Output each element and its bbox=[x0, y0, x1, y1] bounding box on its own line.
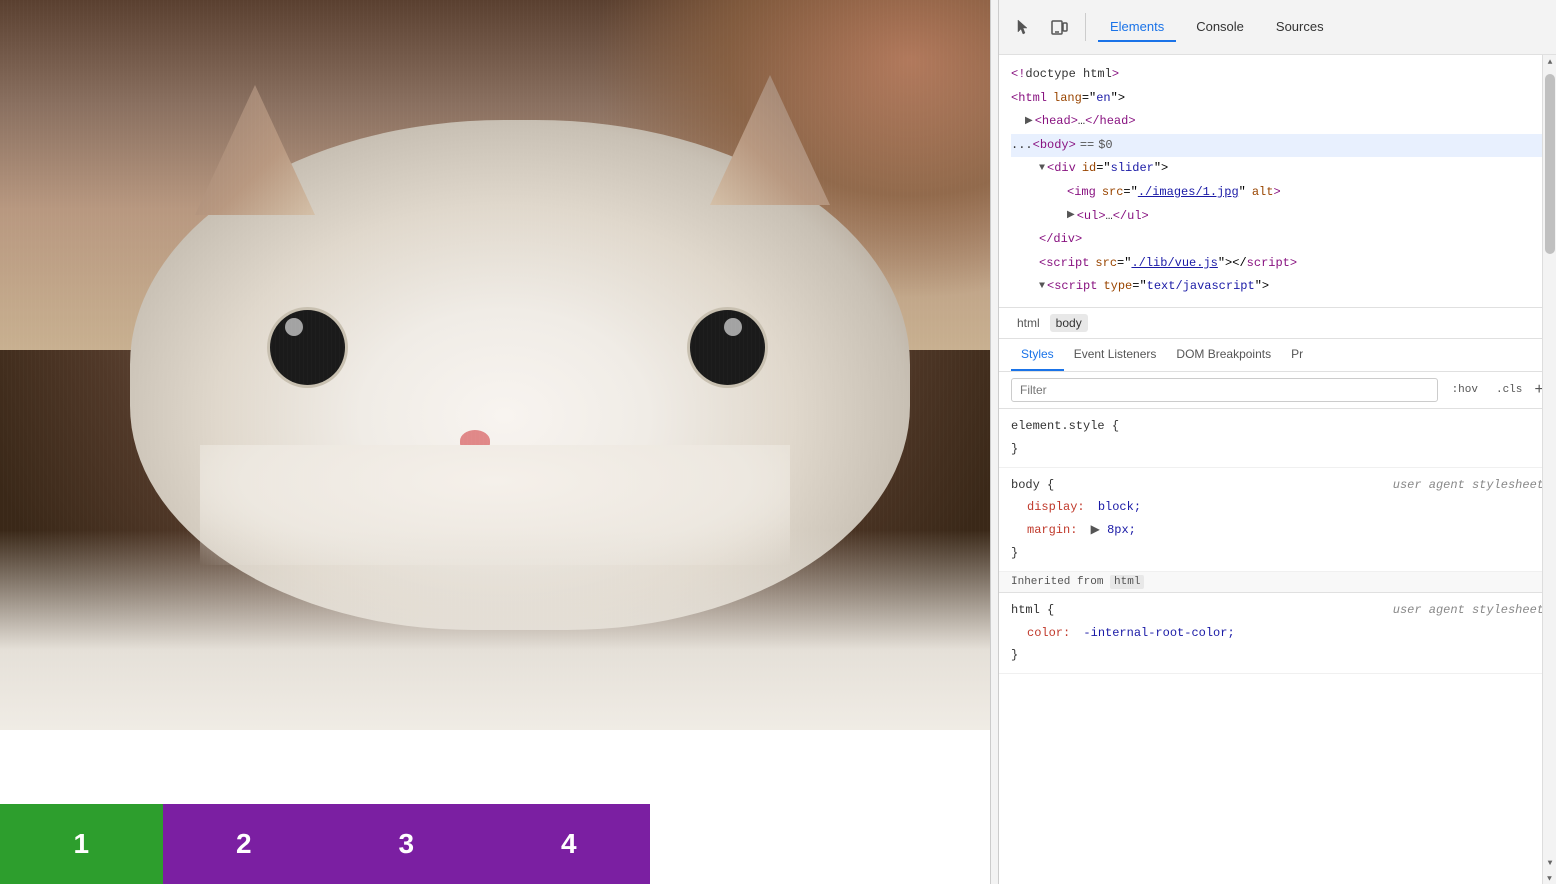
expand-margin-arrow[interactable]: ▶ bbox=[1091, 523, 1100, 537]
css-rule-html-header: html { user agent stylesheet bbox=[1011, 599, 1544, 622]
webpage-preview: 1 2 3 4 bbox=[0, 0, 990, 884]
scroll-thumb[interactable] bbox=[1545, 74, 1555, 254]
styles-panel: element.style { } body { user agent styl… bbox=[999, 409, 1556, 884]
filter-bar: :hov .cls + bbox=[999, 372, 1556, 409]
devtools-toolbar: Elements Console Sources bbox=[999, 0, 1556, 55]
tree-head[interactable]: ▶ <head>…</head> bbox=[1011, 110, 1544, 134]
slider-btn-4[interactable]: 4 bbox=[488, 804, 651, 884]
inherited-label: Inherited from html bbox=[999, 572, 1556, 593]
filter-buttons: :hov .cls + bbox=[1446, 381, 1544, 399]
tree-html[interactable]: <html lang="en"> bbox=[1011, 87, 1544, 111]
cls-button[interactable]: .cls bbox=[1490, 382, 1528, 398]
breadcrumb-body[interactable]: body bbox=[1050, 314, 1088, 332]
css-prop-margin: margin: ▶ 8px; bbox=[1011, 519, 1544, 542]
devtools-scrollbar[interactable]: ▲ ▼ ▲ bbox=[1542, 55, 1556, 884]
css-selector-element: element.style { bbox=[1011, 415, 1544, 438]
slider-nav: 1 2 3 4 bbox=[0, 804, 650, 884]
inherited-tag-html[interactable]: html bbox=[1110, 575, 1144, 589]
css-rule-html: html { user agent stylesheet color: -int… bbox=[999, 593, 1556, 674]
resize-handle[interactable] bbox=[990, 0, 998, 884]
css-close-1: } bbox=[1011, 438, 1544, 461]
tab-event-listeners[interactable]: Event Listeners bbox=[1064, 339, 1167, 371]
tab-styles[interactable]: Styles bbox=[1011, 339, 1064, 371]
styles-tabs: Styles Event Listeners DOM Breakpoints P… bbox=[999, 339, 1556, 372]
tab-properties[interactable]: Pr bbox=[1281, 339, 1313, 371]
scroll-down-arrow[interactable]: ▼ bbox=[1543, 856, 1556, 870]
tab-dom-breakpoints[interactable]: DOM Breakpoints bbox=[1166, 339, 1281, 371]
tree-script-js[interactable]: ▼ <script type="text/javascript"> bbox=[1011, 275, 1544, 299]
tree-div-slider[interactable]: ▼ <div id="slider"> bbox=[1011, 157, 1544, 181]
cat-image bbox=[0, 0, 990, 730]
slider-btn-2[interactable]: 2 bbox=[163, 804, 326, 884]
css-rule-element-style: element.style { } bbox=[999, 409, 1556, 468]
css-prop-display: display: block; bbox=[1011, 496, 1544, 519]
css-close-html: } bbox=[1011, 644, 1544, 667]
tab-console[interactable]: Console bbox=[1184, 13, 1256, 42]
tab-sources[interactable]: Sources bbox=[1264, 13, 1336, 42]
css-rule-body: body { user agent stylesheet display: bl… bbox=[999, 468, 1556, 572]
css-close-body: } bbox=[1011, 542, 1544, 565]
tree-body[interactable]: ... <body> == $0 bbox=[1011, 134, 1544, 158]
tree-img[interactable]: <img src="./images/1.jpg" alt> bbox=[1011, 181, 1544, 205]
hov-button[interactable]: :hov bbox=[1446, 382, 1484, 398]
slider-btn-1[interactable]: 1 bbox=[0, 804, 163, 884]
tree-ul[interactable]: ▶ <ul>…</ul> bbox=[1011, 205, 1544, 229]
devtools-panel: Elements Console Sources <!doctype html>… bbox=[998, 0, 1556, 884]
toolbar-separator bbox=[1085, 13, 1086, 41]
tab-elements[interactable]: Elements bbox=[1098, 13, 1176, 42]
tree-script-vue[interactable]: <script src="./lib/vue.js"></script> bbox=[1011, 252, 1544, 276]
filter-input[interactable] bbox=[1011, 378, 1438, 402]
tree-div-close[interactable]: </div> bbox=[1011, 228, 1544, 252]
cursor-icon[interactable] bbox=[1009, 13, 1037, 41]
scroll-up-arrow[interactable]: ▲ bbox=[1543, 55, 1556, 69]
breadcrumb-bar: html body bbox=[999, 308, 1556, 339]
scroll-bottom-arrow[interactable]: ▲ bbox=[1543, 870, 1556, 884]
elements-tree: <!doctype html> <html lang="en"> ▶ <head… bbox=[999, 55, 1556, 308]
css-rule-body-header: body { user agent stylesheet bbox=[1011, 474, 1544, 497]
css-prop-color: color: -internal-root-color; bbox=[1011, 622, 1544, 645]
device-icon[interactable] bbox=[1045, 13, 1073, 41]
tree-doctype[interactable]: <!doctype html> bbox=[1011, 63, 1544, 87]
slider-btn-3[interactable]: 3 bbox=[325, 804, 488, 884]
breadcrumb-html[interactable]: html bbox=[1011, 314, 1046, 332]
